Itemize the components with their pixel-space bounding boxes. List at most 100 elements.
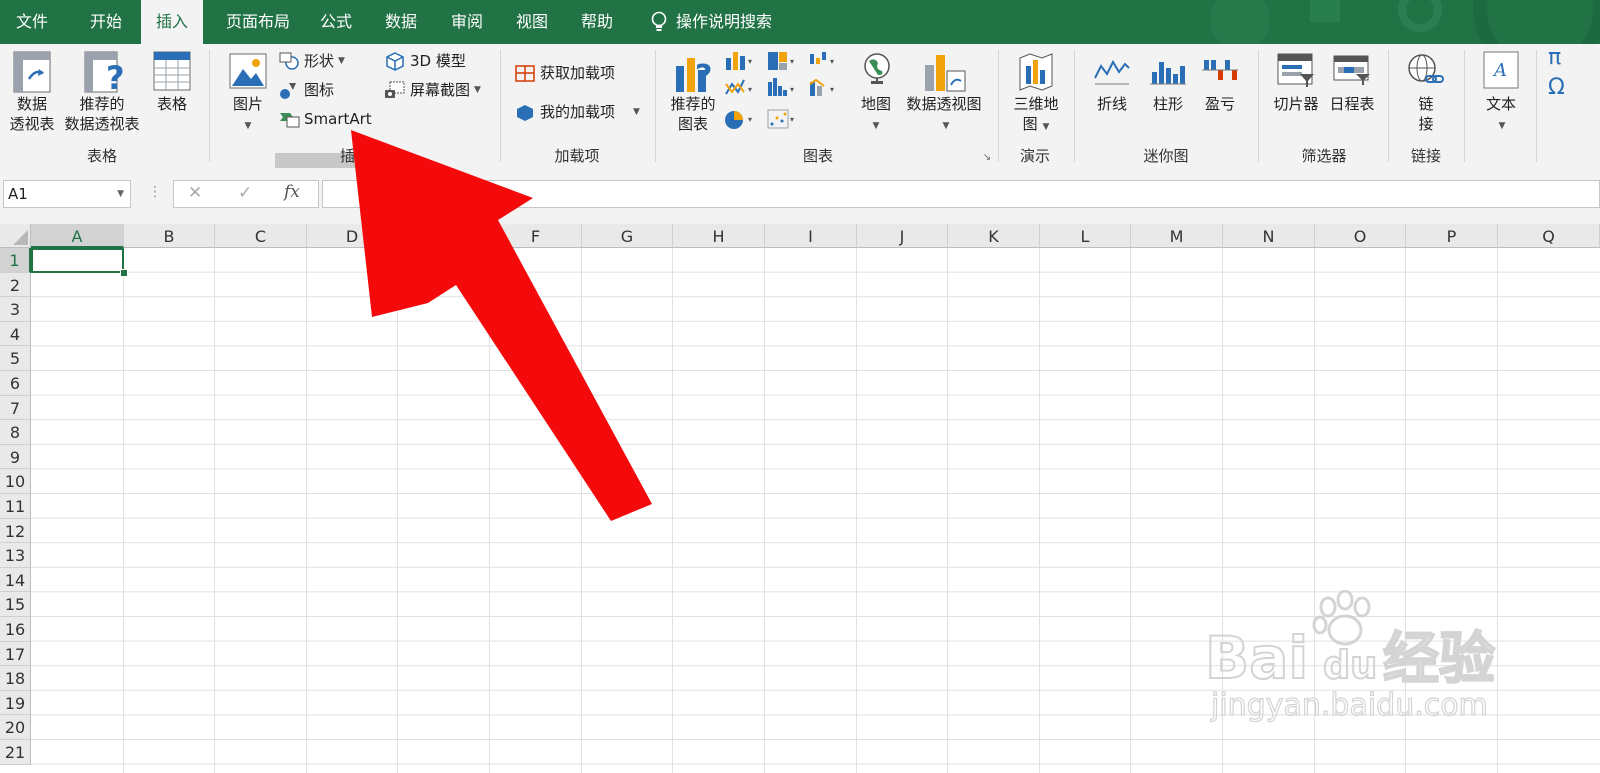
column-header-n[interactable]: N	[1223, 224, 1315, 248]
row-header-20[interactable]: 20	[0, 715, 31, 740]
column-header-f[interactable]: F	[490, 224, 582, 248]
name-box[interactable]: A1 ▼	[3, 180, 131, 208]
column-header-e[interactable]: E	[398, 224, 490, 248]
text-dropdown-icon: ▼	[1498, 121, 1506, 131]
column-header-j[interactable]: J	[857, 224, 948, 248]
row-header-21[interactable]: 21	[0, 740, 31, 765]
name-box-dropdown-icon[interactable]: ▼	[117, 181, 124, 207]
column-header-l[interactable]: L	[1040, 224, 1131, 248]
svg-text:▾: ▾	[790, 85, 794, 94]
row-header-12[interactable]: 12	[0, 518, 31, 544]
equation-icon[interactable]: π	[1548, 47, 1578, 69]
row-header-10[interactable]: 10	[0, 469, 31, 494]
group-filters-label: 筛选器	[1301, 147, 1347, 165]
row-header-2[interactable]: 2	[0, 272, 31, 298]
tab-file[interactable]: 文件	[0, 0, 64, 44]
timeline-icon	[1333, 55, 1370, 85]
pivot-chart-dropdown-icon: ▼	[942, 121, 950, 131]
row-header-13[interactable]: 13	[0, 543, 31, 568]
recommended-charts-label-2: 图表	[677, 115, 708, 133]
get-addins-button[interactable]: 获取加载项	[514, 62, 615, 83]
row-header-6[interactable]: 6	[0, 371, 31, 396]
column-header-h[interactable]: H	[673, 224, 765, 248]
fill-handle[interactable]	[120, 269, 128, 277]
tab-formulas[interactable]: 公式	[307, 0, 365, 44]
icons-button[interactable]: 图标	[278, 79, 334, 100]
3d-models-button[interactable]: 3D 模型	[384, 50, 466, 71]
row-header-15[interactable]: 15	[0, 592, 31, 617]
column-header-k[interactable]: K	[948, 224, 1040, 248]
column-header-c[interactable]: C	[215, 224, 307, 248]
tab-insert[interactable]: 插入	[141, 0, 203, 44]
screenshot-button[interactable]: 屏幕截图 ▼	[384, 79, 481, 100]
table-icon	[153, 51, 191, 91]
charts-dialog-launcher-icon[interactable]: ↘	[981, 148, 993, 168]
symbol-icon[interactable]: Ω	[1548, 77, 1578, 99]
column-header-g[interactable]: G	[582, 224, 673, 248]
tab-view[interactable]: 视图	[503, 0, 561, 44]
active-cell-a1[interactable]	[31, 248, 124, 273]
shapes-icon	[279, 52, 299, 70]
tab-help[interactable]: 帮助	[568, 0, 626, 44]
tab-data[interactable]: 数据	[372, 0, 430, 44]
row-header-3[interactable]: 3	[0, 297, 31, 322]
group-separator	[1258, 50, 1259, 162]
cancel-icon[interactable]: ✕	[188, 183, 202, 203]
maps-label: 地图	[860, 95, 891, 113]
formula-buttons: ✕ ✓ fx	[173, 180, 319, 208]
hierarchy-chart-icon: ▾	[768, 52, 794, 70]
select-all-corner[interactable]	[0, 224, 31, 248]
row-header-8[interactable]: 8	[0, 420, 31, 445]
shapes-dropdown-icon: ▼	[338, 55, 345, 66]
tab-page-layout[interactable]: 页面布局	[212, 0, 304, 44]
waterfall-chart-icon: ▾	[810, 52, 834, 66]
column-header-i[interactable]: I	[765, 224, 857, 248]
recommended-charts-label-1: 推荐的	[670, 95, 716, 113]
row-header-9[interactable]: 9	[0, 444, 31, 470]
column-header-p[interactable]: P	[1406, 224, 1498, 248]
pie-chart-icon: ▾	[725, 111, 752, 129]
link-icon	[1408, 54, 1444, 83]
my-addins-button[interactable]: 我的加载项 ▼	[514, 101, 640, 122]
row-header-19[interactable]: 19	[0, 690, 31, 716]
3d-map-icon	[1019, 53, 1053, 91]
insert-function-icon[interactable]: fx	[284, 182, 300, 202]
tab-home[interactable]: 开始	[74, 0, 138, 44]
column-header-b[interactable]: B	[124, 224, 215, 248]
sparkline-line-label: 折线	[1096, 95, 1127, 113]
select-all-icon	[13, 230, 28, 245]
slicer-icon	[1277, 53, 1314, 87]
shapes-button[interactable]: 形状 ▼	[278, 50, 345, 71]
row-header-4[interactable]: 4	[0, 321, 31, 347]
3d-model-icon	[386, 51, 404, 71]
column-header-m[interactable]: M	[1131, 224, 1223, 248]
svg-text:经验: 经验	[1383, 627, 1495, 692]
row-header-14[interactable]: 14	[0, 567, 31, 593]
svg-text:du: du	[1323, 643, 1377, 687]
row-header-18[interactable]: 18	[0, 666, 31, 691]
row-header-16[interactable]: 16	[0, 617, 31, 642]
recommended-charts-icon: ?	[676, 58, 712, 94]
svg-text:▾: ▾	[748, 57, 752, 66]
column-header-o[interactable]: O	[1315, 224, 1406, 248]
column-header-q[interactable]: Q	[1498, 224, 1600, 248]
chart-type-gallery[interactable]: ▾ ▾ ▾ ▾ ▾ ▾ ▾ ▾	[724, 50, 844, 134]
enter-icon[interactable]: ✓	[238, 183, 252, 203]
row-header-1[interactable]: 1	[0, 248, 31, 273]
row-header-7[interactable]: 7	[0, 395, 31, 421]
tab-review[interactable]: 审阅	[438, 0, 496, 44]
group-separator	[500, 50, 501, 162]
3d-map-label-2: 图	[1022, 115, 1038, 133]
svg-text:?: ?	[695, 59, 712, 94]
column-header-a[interactable]: A	[31, 224, 124, 248]
tell-me-search[interactable]: 操作说明搜索	[650, 0, 800, 44]
column-header-d[interactable]: D	[307, 224, 398, 248]
row-header-11[interactable]: 11	[0, 494, 31, 519]
pivot-chart-label: 数据透视图	[906, 95, 982, 113]
smartart-button-content[interactable]: SmartArt	[278, 110, 372, 128]
formula-bar-grip-icon[interactable]: ⋮	[148, 184, 162, 200]
screenshot-label: 屏幕截图	[410, 81, 471, 99]
formula-input[interactable]	[322, 180, 1600, 208]
row-header-5[interactable]: 5	[0, 346, 31, 371]
row-header-17[interactable]: 17	[0, 641, 31, 667]
